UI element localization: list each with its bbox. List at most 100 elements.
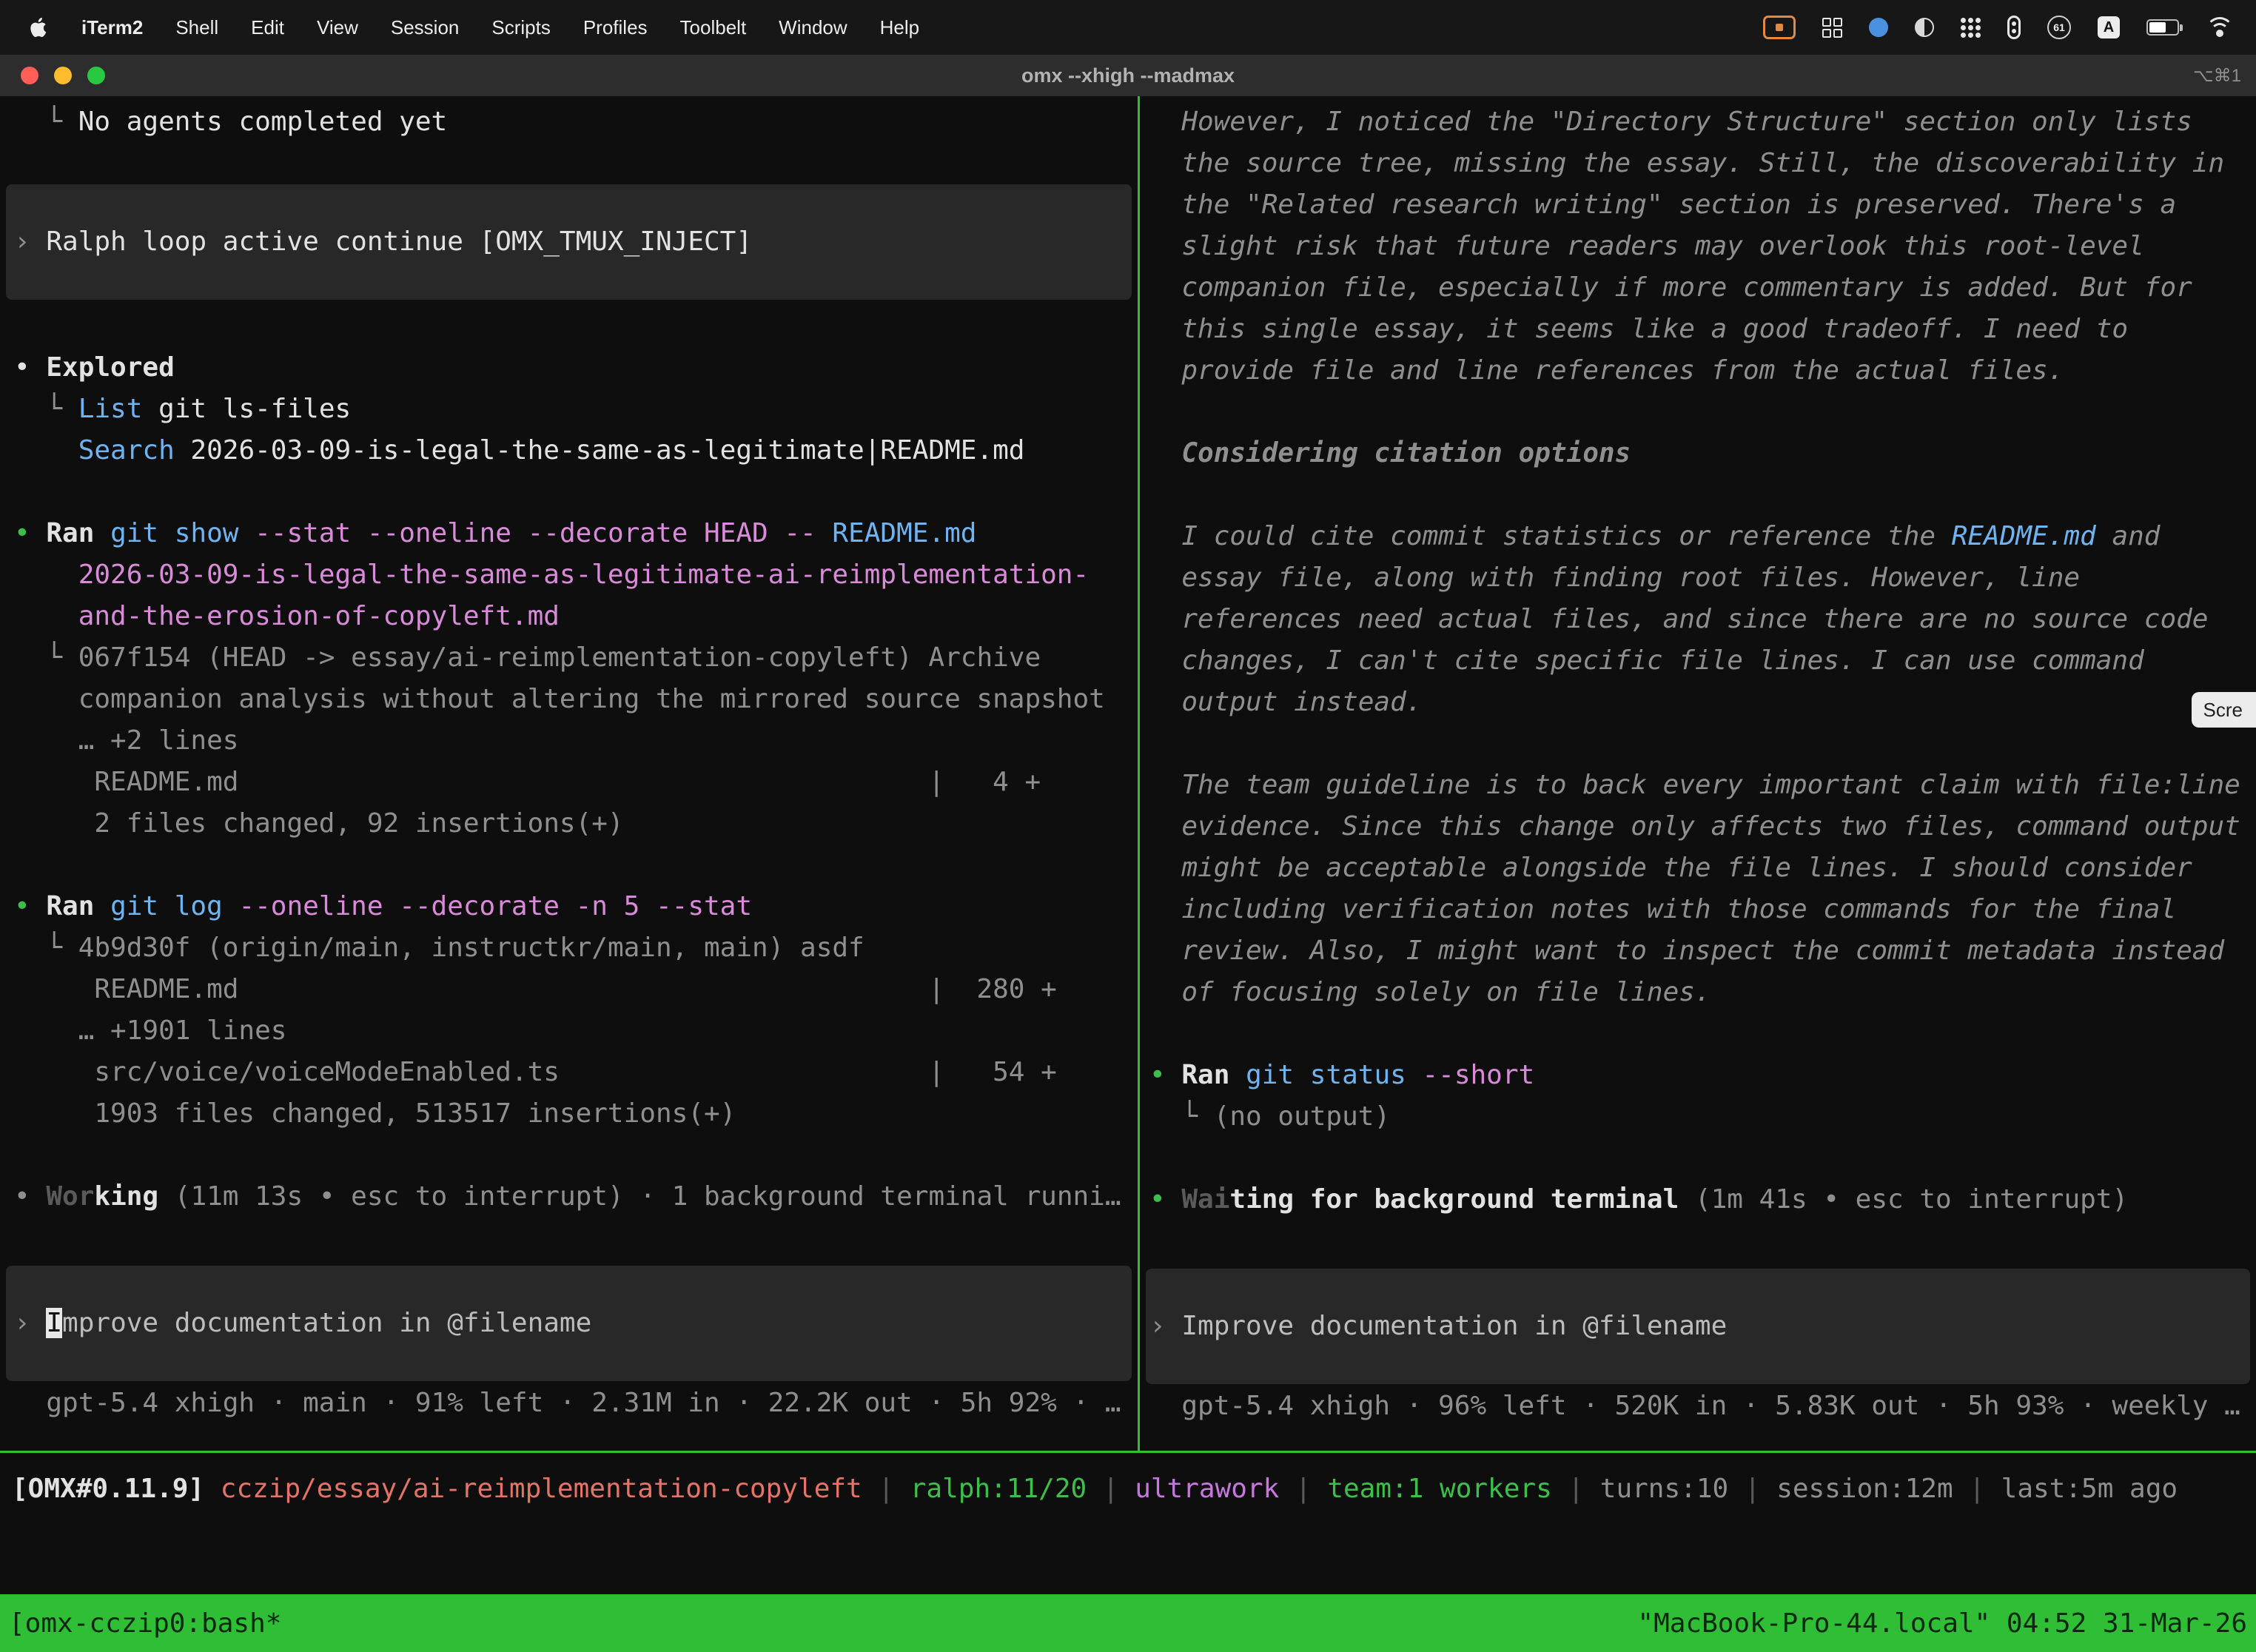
menu-item-iterm2[interactable]: iTerm2	[81, 16, 143, 39]
terminal-line: the source tree, missing the essay. Stil…	[1149, 143, 2256, 184]
terminal-line: the "Related research writing" section i…	[1149, 184, 2256, 226]
terminal-line: Considering citation options	[1149, 433, 2256, 474]
terminal-line: › Ralph loop active continue [OMX_TMUX_I…	[14, 221, 1132, 263]
right-terminal-pane[interactable]: However, I noticed the "Directory Struct…	[1140, 96, 2256, 1451]
terminal-line: provide file and line references from th…	[1149, 350, 2256, 392]
terminal-line: companion file, especially if more comme…	[1149, 267, 2256, 309]
input-source-icon[interactable]: A	[2098, 16, 2120, 38]
terminal-line: and-the-erosion-of-copyleft.md	[14, 596, 1138, 637]
menu-item-window[interactable]: Window	[779, 16, 847, 39]
terminal-line: gpt-5.4 xhigh · 96% left · 520K in · 5.8…	[1149, 1386, 2256, 1427]
terminal-area: └ No agents completed yet › Ralph loop a…	[0, 96, 2256, 1453]
terminal-line: references need actual files, and since …	[1149, 599, 2256, 640]
terminal-line: 1903 files changed, 513517 insertions(+)	[14, 1093, 1138, 1135]
menu-items: iTerm2 Shell Edit View Session Scripts P…	[81, 16, 919, 39]
terminal-line: • Waiting for background terminal (1m 41…	[1149, 1179, 2256, 1220]
terminal-line: gpt-5.4 xhigh · main · 91% left · 2.31M …	[14, 1383, 1138, 1424]
zoom-window-button[interactable]	[87, 67, 105, 84]
terminal-line: review. Also, I might want to inspect th…	[1149, 930, 2256, 972]
terminal-line: └ List git ls-files	[14, 389, 1138, 430]
terminal-line: might be acceptable alongside the file l…	[1149, 847, 2256, 889]
blue-app-icon[interactable]	[1869, 18, 1888, 37]
terminal-line: └ No agents completed yet	[14, 101, 1138, 143]
terminal-line: The team guideline is to back every impo…	[1149, 765, 2256, 806]
tmux-host-time-label: "MacBook-Pro-44.local" 04:52 31-Mar-26	[1637, 1608, 2247, 1639]
tmux-status-bar: [omx-cczip0:bash* "MacBook-Pro-44.local"…	[0, 1594, 2256, 1652]
wifi-icon[interactable]	[2206, 17, 2234, 38]
menu-item-shell[interactable]: Shell	[175, 16, 218, 39]
left-terminal-pane[interactable]: └ No agents completed yet › Ralph loop a…	[0, 96, 1140, 1451]
right-input-text: › Improve documentation in @filename	[1146, 1306, 2250, 1347]
terminal-line: README.md | 280 +	[14, 969, 1138, 1010]
menu-item-edit[interactable]: Edit	[251, 16, 284, 39]
terminal-line: └ 4b9d30f (origin/main, instructkr/main,…	[14, 927, 1138, 969]
ralph-loop-banner: › Ralph loop active continue [OMX_TMUX_I…	[6, 184, 1132, 300]
terminal-line	[1149, 392, 2256, 433]
battery-percent-icon[interactable]: 61	[2047, 16, 2071, 39]
terminal-line: … +1901 lines	[14, 1010, 1138, 1052]
terminal-line: • Ran git log --oneline --decorate -n 5 …	[14, 886, 1138, 927]
terminal-line: src/voice/voiceModeEnabled.ts | 54 +	[14, 1052, 1138, 1093]
terminal-line: README.md | 4 +	[14, 762, 1138, 803]
tmux-session-label: [omx-cczip0:bash*	[9, 1608, 281, 1639]
terminal-line: evidence. Since this change only affects…	[1149, 806, 2256, 847]
left-transcript: • Explored └ List git ls-files Search 20…	[0, 347, 1138, 1218]
window-title: omx --xhigh --madmax	[0, 64, 2256, 87]
right-transcript: However, I noticed the "Directory Struct…	[1140, 101, 2256, 1220]
terminal-line: including verification notes with those …	[1149, 889, 2256, 930]
terminal-line: essay file, along with finding root file…	[1149, 557, 2256, 599]
terminal-line: › Improve documentation in @filename	[1149, 1306, 2250, 1347]
terminal-line: 2 files changed, 92 insertions(+)	[14, 803, 1138, 845]
terminal-line: [OMX#0.11.9] cczip/essay/ai-reimplementa…	[12, 1468, 2256, 1510]
battery-icon[interactable]	[2146, 19, 2179, 36]
screen: iTerm2 Shell Edit View Session Scripts P…	[0, 0, 2256, 1652]
terminal-line: companion analysis without altering the …	[14, 679, 1138, 720]
right-input-box[interactable]: › Improve documentation in @filename	[1146, 1269, 2250, 1384]
terminal-line: • Ran git show --stat --oneline --decora…	[14, 513, 1138, 554]
window-shortcut-hint: ⌥⌘1	[2193, 65, 2256, 87]
terminal-line	[1149, 1138, 2256, 1179]
terminal-line: this single essay, it seems like a good …	[1149, 309, 2256, 350]
menubar-status-icons: 61 A	[1763, 16, 2234, 39]
terminal-line: • Working (11m 13s • esc to interrupt) ·…	[14, 1176, 1138, 1218]
menu-item-help[interactable]: Help	[880, 16, 919, 39]
stacked-dots-icon[interactable]	[2007, 16, 2021, 39]
menu-item-view[interactable]: View	[317, 16, 358, 39]
terminal-line	[14, 1135, 1138, 1176]
terminal-line: • Ran git status --short	[1149, 1055, 2256, 1096]
screen-share-chip[interactable]: Scre	[2192, 692, 2256, 728]
app-launcher-icon[interactable]	[1961, 18, 1981, 38]
left-scrollback: └ No agents completed yet	[0, 101, 1138, 143]
terminal-line: However, I noticed the "Directory Struct…	[1149, 101, 2256, 143]
apple-menu-icon[interactable]	[30, 16, 49, 38]
terminal-line	[1149, 723, 2256, 765]
traffic-lights	[0, 67, 105, 84]
omx-status-text: [OMX#0.11.9] cczip/essay/ai-reimplementa…	[12, 1468, 2256, 1510]
terminal-line: output instead.	[1149, 682, 2256, 723]
terminal-line: └ (no output)	[1149, 1096, 2256, 1138]
terminal-line: of focusing solely on file lines.	[1149, 972, 2256, 1013]
left-status-line: gpt-5.4 xhigh · main · 91% left · 2.31M …	[0, 1383, 1138, 1424]
terminal-line: I could cite commit statistics or refere…	[1149, 516, 2256, 557]
terminal-line: └ 067f154 (HEAD -> essay/ai-reimplementa…	[14, 637, 1138, 679]
terminal-line: 2026-03-09-is-legal-the-same-as-legitima…	[14, 554, 1138, 596]
close-window-button[interactable]	[21, 67, 38, 84]
omx-status-bar: [OMX#0.11.9] cczip/essay/ai-reimplementa…	[0, 1453, 2256, 1594]
terminal-line	[1149, 474, 2256, 516]
terminal-line: › Improve documentation in @filename	[14, 1303, 1132, 1344]
window-grid-icon[interactable]	[1822, 18, 1842, 38]
screen-recording-icon[interactable]	[1763, 16, 1796, 39]
window-title-bar[interactable]: omx --xhigh --madmax ⌥⌘1	[0, 55, 2256, 96]
left-input-text: › Improve documentation in @filename	[6, 1303, 1132, 1344]
minimize-window-button[interactable]	[54, 67, 72, 84]
menu-item-toolbelt[interactable]: Toolbelt	[680, 16, 747, 39]
menu-item-scripts[interactable]: Scripts	[491, 16, 550, 39]
terminal-line: slight risk that future readers may over…	[1149, 226, 2256, 267]
menu-item-profiles[interactable]: Profiles	[583, 16, 648, 39]
menu-item-session[interactable]: Session	[391, 16, 460, 39]
contrast-app-icon[interactable]	[1915, 18, 1934, 37]
terminal-line	[14, 471, 1138, 513]
left-input-box[interactable]: › Improve documentation in @filename	[6, 1266, 1132, 1381]
terminal-line: changes, I can't cite specific file line…	[1149, 640, 2256, 682]
terminal-line: Search 2026-03-09-is-legal-the-same-as-l…	[14, 430, 1138, 471]
